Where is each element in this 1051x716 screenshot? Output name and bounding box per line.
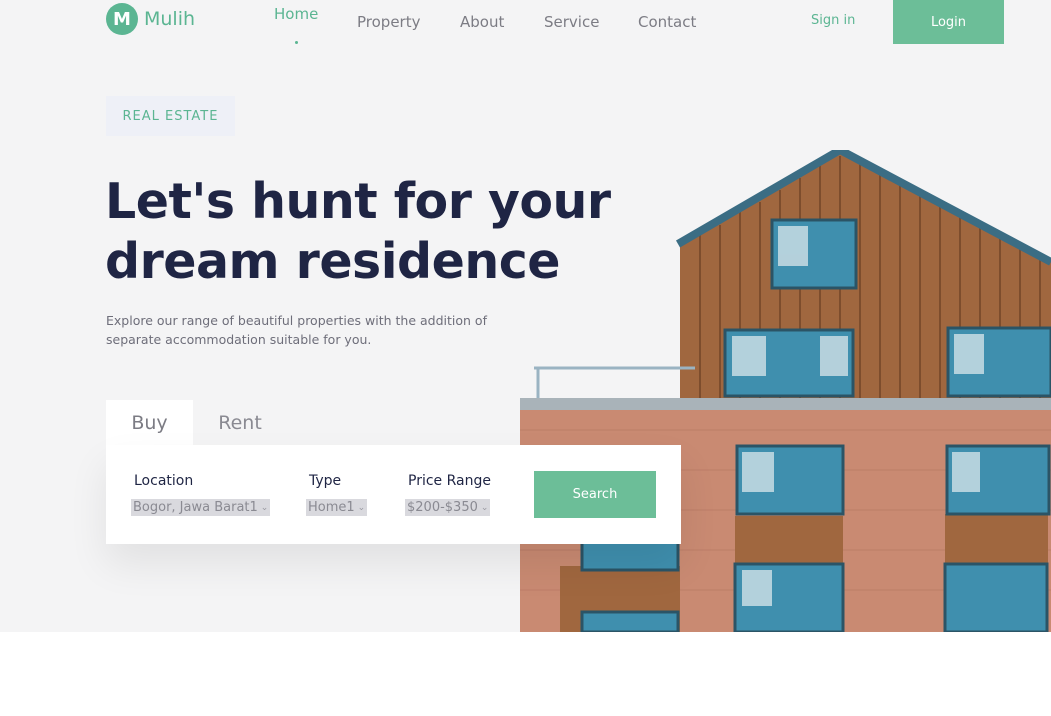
nav-active-indicator	[295, 41, 298, 44]
nav-home[interactable]: Home	[274, 5, 318, 23]
brand-name: Mulih	[144, 8, 196, 30]
type-label: Type	[309, 473, 342, 489]
nav-contact[interactable]: Contact	[638, 13, 696, 31]
price-range-value: $200-$350	[407, 500, 478, 515]
nav-service[interactable]: Service	[544, 13, 599, 31]
hero-subtitle: Explore our range of beautiful propertie…	[106, 313, 487, 347]
tab-buy[interactable]: Buy	[106, 400, 193, 446]
location-label: Location	[134, 473, 194, 489]
type-value: Home1	[308, 500, 355, 515]
tab-rent[interactable]: Rent	[196, 400, 284, 446]
search-button[interactable]: Search	[534, 471, 656, 518]
logo[interactable]: M Mulih	[106, 3, 195, 35]
signin-link[interactable]: Sign in	[811, 13, 855, 28]
login-button[interactable]: Login	[893, 0, 1004, 44]
chevron-down-icon: ⌄	[357, 502, 366, 513]
chevron-down-icon: ⌄	[260, 502, 269, 513]
apartment-building-image	[520, 150, 1051, 632]
nav-about[interactable]: About	[460, 13, 504, 31]
type-select[interactable]: Home1 ⌄	[306, 499, 368, 516]
price-range-label: Price Range	[408, 473, 491, 489]
chevron-down-icon: ⌄	[480, 502, 489, 513]
location-value: Bogor, Jawa Barat1	[133, 500, 258, 515]
location-select[interactable]: Bogor, Jawa Barat1 ⌄	[131, 499, 271, 516]
price-range-select[interactable]: $200-$350 ⌄	[405, 499, 491, 516]
nav-property[interactable]: Property	[357, 13, 420, 31]
hero-section: M Mulih Home Property About Service Cont…	[0, 0, 1051, 632]
search-card: Location Bogor, Jawa Barat1 ⌄ Type Home1…	[106, 445, 681, 544]
logo-mark-icon: M	[106, 3, 138, 35]
category-badge: REAL ESTATE	[106, 96, 235, 136]
